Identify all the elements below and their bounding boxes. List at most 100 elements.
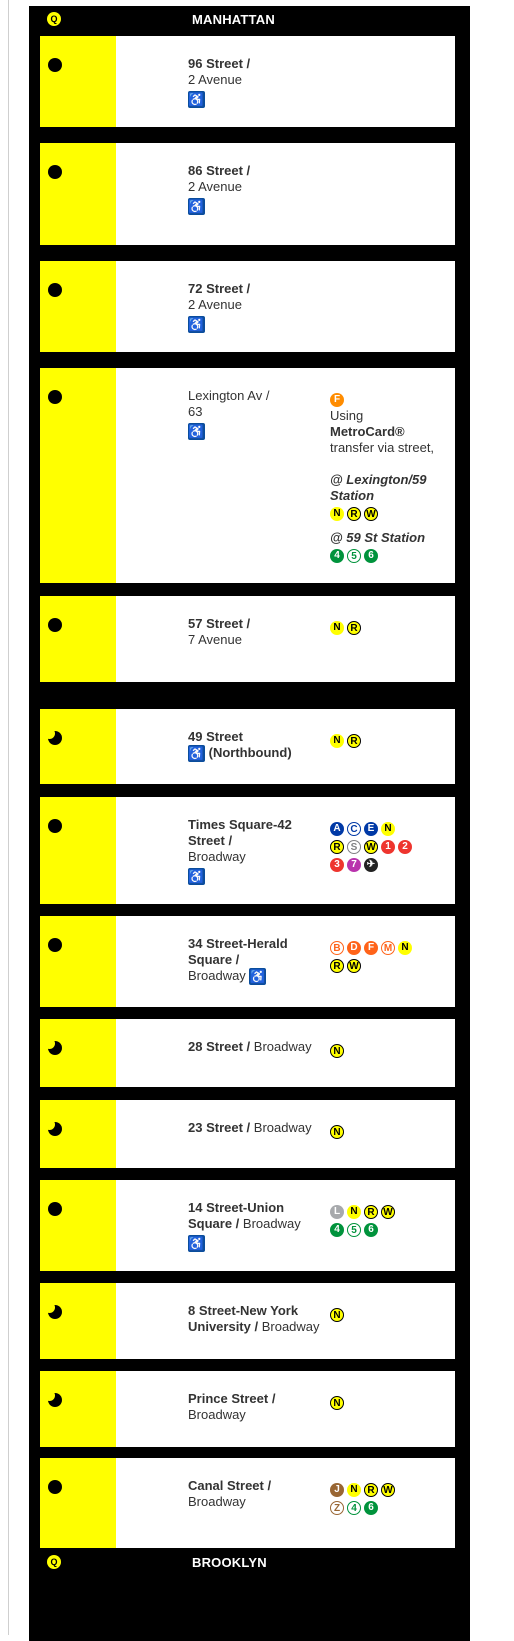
borough-label: BROOKLYN [192,1555,267,1570]
route-bullet-icon[interactable]: 1 [381,839,395,854]
route-bullet-icon[interactable]: 4 [330,1222,344,1237]
station-cross-street: Broadway [188,1494,246,1509]
transfer-note-post: transfer via street, [330,440,435,455]
wheelchair-accessible-icon: ♿ [249,968,267,986]
station-name[interactable]: 57 Street / [188,616,250,631]
alt-station-1[interactable]: @ Lexington/59 Station [330,472,426,503]
route-bullet-icon[interactable]: R [347,620,361,635]
station-cross-street: 2 Avenue [188,297,242,312]
route-bullet-icon[interactable]: N [398,940,412,955]
route-bullet-icon[interactable]: N [330,1124,344,1139]
route-bullet-icon[interactable]: N [347,1204,361,1219]
station-name[interactable]: Prince Street / [188,1391,275,1406]
route-bullet-icon[interactable]: R [347,506,361,521]
wheelchair-accessible-icon: ♿ [188,423,205,441]
route-bullet-icon[interactable]: N [347,1482,361,1497]
route-bullet-icon[interactable]: R [364,1204,378,1219]
route-bullet-icon[interactable]: 5 [347,548,361,563]
route-bullet-icon[interactable]: N [330,733,344,748]
route-bullet-icon[interactable]: 5 [347,1222,361,1237]
route-bullet-icon[interactable]: R [330,839,344,854]
borough-header-manhattan: Q MANHATTAN [29,6,470,32]
station-name[interactable]: 86 Street / [188,163,250,178]
route-bullet-icon[interactable]: F [364,940,378,955]
route-bullet-icon[interactable]: N [330,1395,344,1410]
route-bullet-icon[interactable]: N [330,1307,344,1322]
route-bullet-icon[interactable]: L [330,1204,344,1219]
route-bullet-icon[interactable]: W [381,1482,395,1497]
route-bullet-icon[interactable]: N [330,506,344,521]
route-bullet-icon[interactable]: Z [330,1500,344,1515]
route-bullet-icon[interactable]: 4 [347,1500,361,1515]
station-row[interactable]: 23 Street / Broadway N [40,1100,455,1168]
station-name[interactable]: 23 Street / [188,1120,250,1135]
line-strip [40,709,116,784]
station-row[interactable]: 96 Street / 2 Avenue ♿ [40,36,455,127]
route-bullet-icon[interactable]: M [381,940,395,955]
station-row[interactable]: 14 Street-Union Square / Broadway ♿ LNRW… [40,1180,455,1271]
station-row[interactable]: Lexington Av / 63 ♿ F Using MetroCard® t… [40,368,455,583]
airport-icon[interactable]: ✈ [364,857,378,872]
station-name[interactable]: 34 Street-Herald Square / [188,936,288,967]
wheelchair-accessible-icon: ♿ [188,745,205,763]
route-bullet-icon[interactable]: W [364,839,378,854]
station-row[interactable]: 49 Street ♿ (Northbound) NR [40,709,455,784]
route-bullet-icon[interactable]: W [381,1204,395,1219]
route-bullet-icon[interactable]: S [347,839,361,854]
route-bullet-icon[interactable]: R [347,733,361,748]
route-bullet-icon[interactable]: D [347,940,361,955]
station-name[interactable]: 72 Street / [188,281,250,296]
line-strip [40,1100,116,1168]
station-cross-street: 63 [188,404,203,419]
route-bullet-icon[interactable]: R [364,1482,378,1497]
route-bullet-icon[interactable]: 7 [347,857,361,872]
station-cross-street: Broadway [188,849,246,864]
route-bullet-icon[interactable]: N [330,620,344,635]
route-bullet-icon[interactable]: 2 [398,839,412,854]
route-bullet-icon[interactable]: 6 [364,1500,378,1515]
station-name[interactable]: Lexington Av / [188,388,269,403]
full-time-stop-icon [48,58,62,72]
station-row[interactable]: 57 Street / 7 Avenue NR [40,596,455,682]
station-row[interactable]: Prince Street / Broadway N [40,1371,455,1447]
station-name[interactable]: 28 Street / [188,1039,250,1054]
route-bullet-icon[interactable]: 6 [364,1222,378,1237]
route-bullet-icon[interactable]: N [330,1043,344,1058]
station-row[interactable]: 72 Street / 2 Avenue ♿ [40,261,455,352]
line-strip [40,596,116,682]
line-strip [40,1458,116,1548]
wheelchair-accessible-icon: ♿ [188,198,205,216]
alt-station-2[interactable]: @ 59 St Station [330,530,425,545]
route-bullet-icon[interactable]: 4 [330,548,344,563]
route-bullet-icon[interactable]: E [364,821,378,836]
page-left-rule [8,0,9,1635]
line-strip [40,368,116,583]
station-name[interactable]: Canal Street / [188,1478,271,1493]
q-route-bullet-icon[interactable]: Q [47,12,61,26]
route-bullet-icon[interactable]: N [381,821,395,836]
part-time-stop-icon [44,1390,62,1407]
route-bullet-icon[interactable]: F [330,392,344,407]
route-bullet-icon[interactable]: R [330,958,344,973]
station-row[interactable]: 86 Street / 2 Avenue ♿ [40,143,455,245]
station-row[interactable]: Canal Street / Broadway JNRW Z46 [40,1458,455,1548]
station-row[interactable]: 28 Street / Broadway N [40,1019,455,1087]
station-row[interactable]: 8 Street-New York University / Broadway … [40,1283,455,1359]
route-bullet-icon[interactable]: 3 [330,857,344,872]
q-route-bullet-icon[interactable]: Q [47,1555,61,1569]
station-row[interactable]: Times Square-42 Street / Broadway ♿ ACEN… [40,797,455,904]
station-name[interactable]: Times Square-42 Street / [188,817,292,848]
route-bullet-icon[interactable]: W [364,506,378,521]
part-time-stop-icon [44,1119,62,1136]
route-bullet-icon[interactable]: B [330,940,344,955]
station-row[interactable]: 34 Street-Herald Square / Broadway ♿ BDF… [40,916,455,1007]
station-name[interactable]: 96 Street / [188,56,250,71]
station-name[interactable]: 49 Street [188,729,243,744]
route-bullet-icon[interactable]: 6 [364,548,378,563]
route-bullet-icon[interactable]: W [347,958,361,973]
route-bullet-icon[interactable]: J [330,1482,344,1497]
part-time-stop-icon [44,728,62,745]
route-bullet-icon[interactable]: A [330,821,344,836]
route-bullet-icon[interactable]: C [347,821,361,836]
full-time-stop-icon [48,819,62,833]
